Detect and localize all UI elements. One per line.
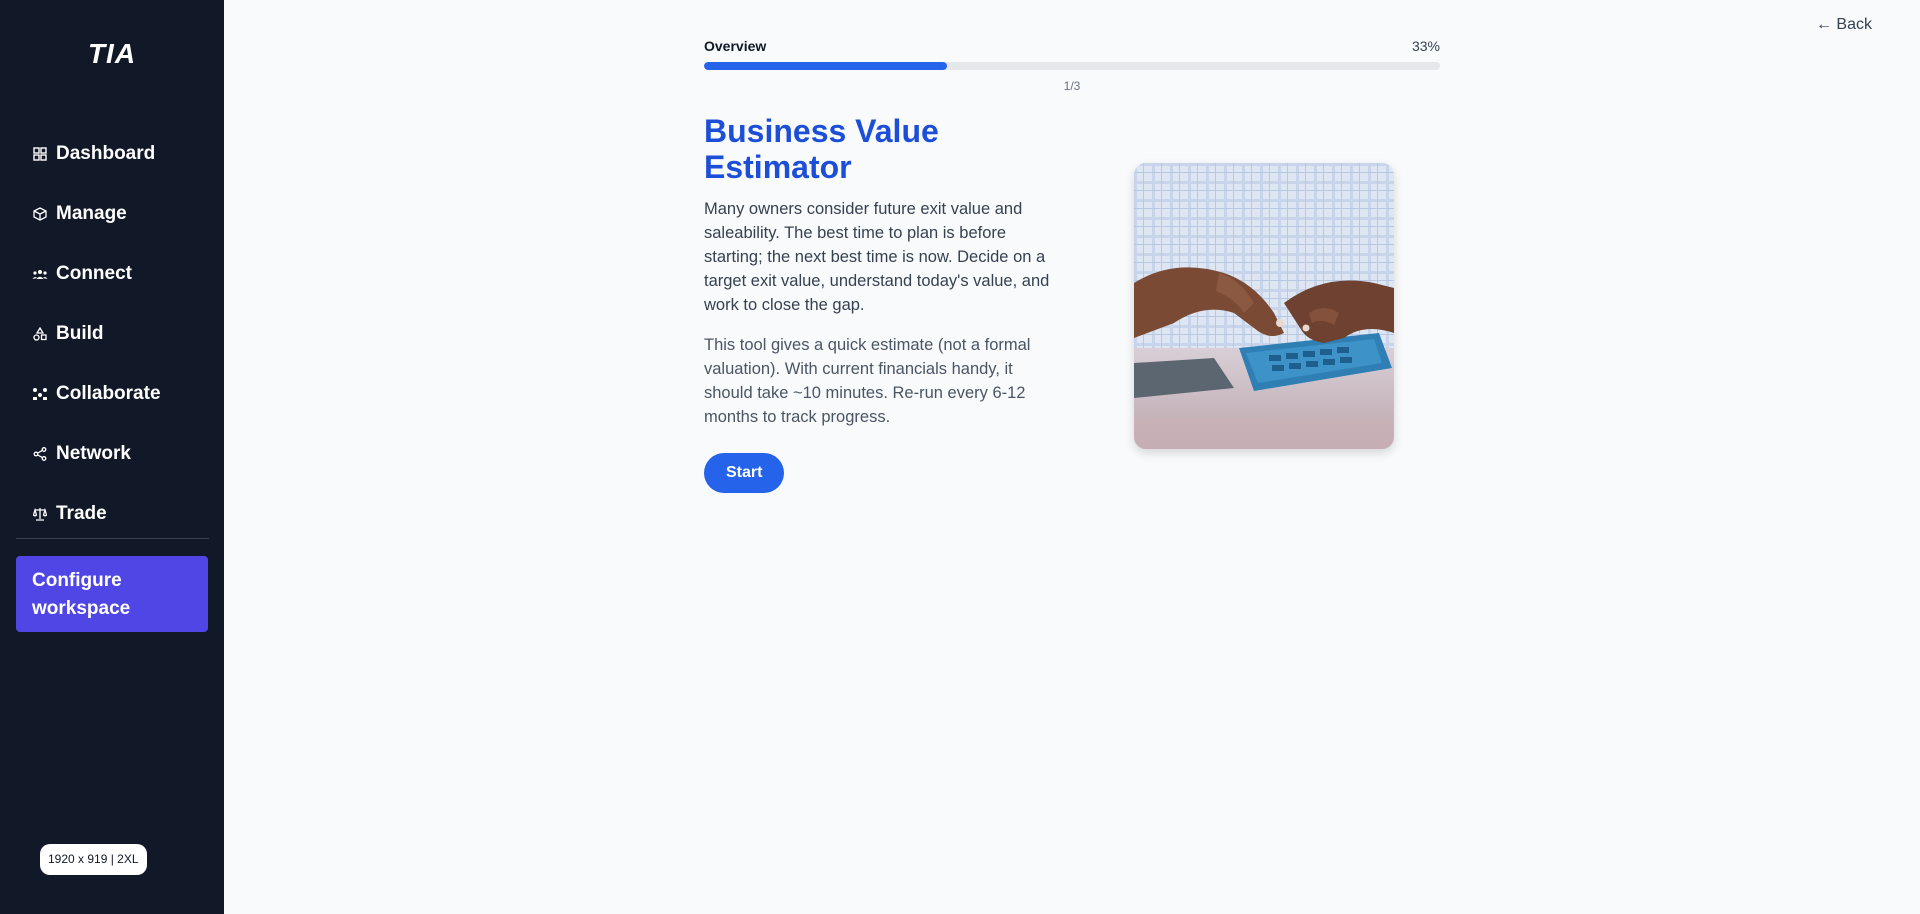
- sidebar-item-label: Trade: [56, 503, 107, 524]
- scale-icon: [32, 506, 48, 522]
- progress-percent: 33%: [1411, 38, 1440, 54]
- intro-section: Business Value Estimator Many owners con…: [704, 113, 1440, 533]
- sidebar-item-trade[interactable]: Trade: [0, 484, 224, 544]
- share-icon: [32, 446, 48, 462]
- intro-paragraph: Many owners consider future exit value a…: [704, 200, 1050, 314]
- calculator-photo: [1134, 163, 1394, 449]
- sidebar: TIA Dashboard Manage Connect Build Colla…: [0, 0, 224, 914]
- disclaimer-paragraph: This tool gives a quick estimate (not a …: [704, 336, 1031, 426]
- page-title: Business Value Estimator: [704, 113, 939, 185]
- sidebar-item-collaborate[interactable]: Collaborate: [0, 364, 224, 424]
- users-icon: [32, 266, 48, 282]
- sidebar-item-label: Connect: [56, 263, 132, 284]
- sidebar-divider: [16, 538, 209, 539]
- sidebar-item-label: Network: [56, 443, 131, 464]
- configure-workspace-button[interactable]: Configure workspace: [16, 556, 208, 632]
- sidebar-item-build[interactable]: Build: [0, 304, 224, 364]
- progress-header: Overview 33%: [704, 38, 1440, 54]
- sidebar-nav: Dashboard Manage Connect Build Collabora…: [0, 124, 224, 544]
- progress-title: Overview: [704, 38, 767, 54]
- sidebar-item-manage[interactable]: Manage: [0, 184, 224, 244]
- grid-icon: [32, 146, 48, 162]
- app-logo[interactable]: TIA: [0, 38, 224, 70]
- main-content: Overview 33% 1/3 Business Value Estimato…: [704, 38, 1440, 533]
- step-counter: 1/3: [1063, 79, 1081, 93]
- viewport-size-badge: 1920 x 919 | 2XL: [40, 844, 147, 875]
- progress-fill: [704, 62, 947, 70]
- sidebar-item-label: Manage: [56, 203, 127, 224]
- start-button[interactable]: Start: [704, 453, 785, 493]
- sidebar-item-dashboard[interactable]: Dashboard: [0, 124, 224, 184]
- cube-icon: [32, 206, 48, 222]
- team-icon: [32, 386, 48, 402]
- sidebar-item-label: Build: [56, 323, 104, 344]
- back-link[interactable]: ← Back: [1816, 16, 1872, 34]
- sidebar-item-label: Collaborate: [56, 383, 161, 404]
- sidebar-item-network[interactable]: Network: [0, 424, 224, 484]
- sidebar-item-label: Dashboard: [56, 143, 156, 164]
- sidebar-item-connect[interactable]: Connect: [0, 244, 224, 304]
- shapes-icon: [32, 326, 48, 342]
- progress-bar: [704, 62, 1440, 70]
